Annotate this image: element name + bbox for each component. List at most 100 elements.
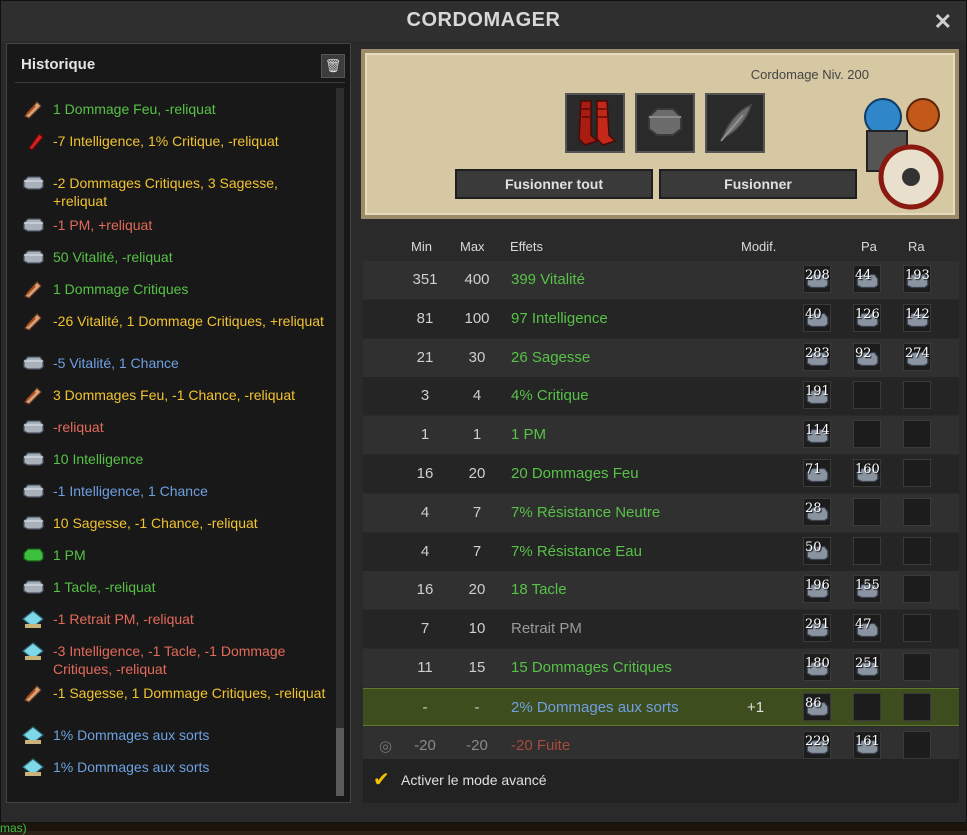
history-scrollbar[interactable] [336,88,344,796]
craft-panel: Cordomage Niv. 200 Fusionner tout Fusion… [361,49,959,219]
fuse-all-button[interactable]: Fusionner tout [455,169,653,199]
rune-slot-ba[interactable]: 114 [803,420,831,449]
row-effect: 2% Dommages aux sorts [511,698,679,716]
rune-slot-ra[interactable] [903,692,931,721]
row-max: 7 [472,503,482,521]
table-row: 16 20 20 Dommages Feu 71 160 [363,455,959,493]
fire-rune-icon [21,98,45,120]
row-min: 11 [417,659,433,676]
history-item-text: 3 Dommages Feu, -1 Chance, -reliquat [53,387,295,403]
rune-slot-ra[interactable] [903,459,931,487]
rune-slot-ba[interactable]: 191 [803,381,831,410]
table-row: 21 30 26 Sagesse 283 92 274 [363,338,959,377]
fire-rune-icon [21,384,45,406]
header-min: Min [411,239,432,254]
rune-slot-ra[interactable] [903,536,931,565]
rune-slot-ra[interactable] [903,575,931,604]
rune-slot-ra[interactable] [903,381,931,410]
rune-slot-ra[interactable]: 142 [903,303,931,332]
rune-slot-pa[interactable]: 160 [853,459,881,487]
rune-slot[interactable] [635,93,695,153]
history-item: 1 PM [21,546,331,578]
row-max: - [474,698,480,716]
history-item: 1% Dommages aux sorts [21,758,331,790]
scrollbar-thumb[interactable] [336,728,344,796]
rune-slot-pa[interactable]: 44 [853,265,881,293]
header-ra: Ra [908,239,925,254]
history-item: -reliquat [21,418,331,450]
rune-slot-pa[interactable] [853,381,881,410]
row-max: -20 [466,736,488,754]
fuse-button[interactable]: Fusionner [659,169,857,199]
signature-slot[interactable] [705,93,765,153]
history-item-text: -26 Vitalité, 1 Dommage Critiques, +reli… [53,313,324,329]
rune-count: 229 [805,733,830,749]
rune-slot-ba[interactable]: 196 [803,575,831,604]
history-title: Historique [21,56,96,73]
header-effects: Effets [510,239,544,254]
advanced-mode-checkbox[interactable]: ✔ [373,770,391,790]
rune-count: 161 [855,733,880,749]
rune-slot-pa[interactable]: 161 [853,730,881,759]
green-rune-icon [21,544,45,566]
history-item-text: -7 Intelligence, 1% Critique, -reliquat [53,133,279,149]
rune-slot-ba[interactable]: 50 [803,536,831,565]
history-item: -26 Vitalité, 1 Dommage Critiques, +reli… [21,312,331,354]
row-min: 21 [416,348,434,366]
close-icon[interactable]: ✕ [934,9,952,35]
rune-slot-ba[interactable]: 71 [803,459,831,487]
rune-slot-pa[interactable]: 155 [853,575,881,604]
row-effect: -20 Fuite [511,736,571,754]
table-row: 7 10 Retrait PM 291 47 [363,610,959,649]
row-max: 20 [468,581,486,599]
rune-count: 191 [805,384,830,400]
row-min: 4 [420,503,430,521]
rune-slot-ba[interactable]: 283 [803,342,831,371]
rune-slot-ra[interactable] [903,653,931,681]
rune-slot-pa[interactable] [853,536,881,565]
row-effect: 26 Sagesse [511,348,591,366]
history-item-text: -1 Intelligence, 1 Chance [53,483,208,499]
rune-count: 283 [805,345,830,361]
rune-slot-ba[interactable]: 180 [803,653,831,681]
rune-slot-ra[interactable] [903,614,931,643]
rune-slot-pa[interactable]: 47 [853,614,881,643]
item-slot[interactable] [565,93,625,153]
table-row: 4 7 7% Résistance Neutre 28 [363,493,959,532]
rune-slot-ra[interactable]: 274 [903,342,931,371]
rune-slot-pa[interactable]: 92 [853,342,881,371]
rune-slot-ra[interactable] [903,420,931,449]
rune-slot-ra[interactable] [903,730,931,759]
rune-slot-pa[interactable]: 251 [853,653,881,681]
rune-icon [21,448,45,470]
row-min: 351 [412,271,438,288]
history-item-text: -3 Intelligence, -1 Tacle, -1 Dommage Cr… [53,643,286,677]
orb-rune-icon [21,724,45,746]
rune-slot-ra[interactable]: 193 [903,265,931,293]
rune-slot-ba[interactable]: 208 [803,265,831,293]
rune-slot-ba[interactable]: 40 [803,303,831,332]
rune-slot-ra[interactable] [903,497,931,526]
hidden-eye-icon[interactable]: ◎ [379,737,392,755]
rune-icon [21,480,45,502]
rune-count: 92 [855,345,872,361]
rune-slot-ba[interactable]: 86 [803,692,831,721]
rune-slot-pa[interactable] [853,497,881,526]
table-row: 1 1 1 PM 114 [363,416,959,455]
rune-slot-ba[interactable]: 28 [803,497,831,526]
rune-count: 291 [805,617,830,633]
row-effect: 15 Dommages Critiques [511,659,672,676]
rune-icon [21,576,45,598]
rune-slot-pa[interactable] [853,420,881,449]
rune-slot-ba[interactable]: 291 [803,614,831,643]
history-item: -1 Sagesse, 1 Dommage Critiques, -reliqu… [21,684,331,726]
history-item-text: -1 Sagesse, 1 Dommage Critiques, -reliqu… [53,685,326,701]
cordomager-window: CORDOMAGER ✕ Historique 🗑 1 Dommage Feu,… [0,0,967,823]
row-min: 81 [416,309,434,327]
rune-slot-ba[interactable]: 229 [803,730,831,759]
rune-count: 274 [905,345,930,361]
trash-icon[interactable]: 🗑 [321,54,345,78]
history-item-text: -2 Dommages Critiques, 3 Sagesse, +reliq… [53,175,278,209]
rune-slot-pa[interactable] [853,692,881,721]
rune-slot-pa[interactable]: 126 [853,303,881,332]
